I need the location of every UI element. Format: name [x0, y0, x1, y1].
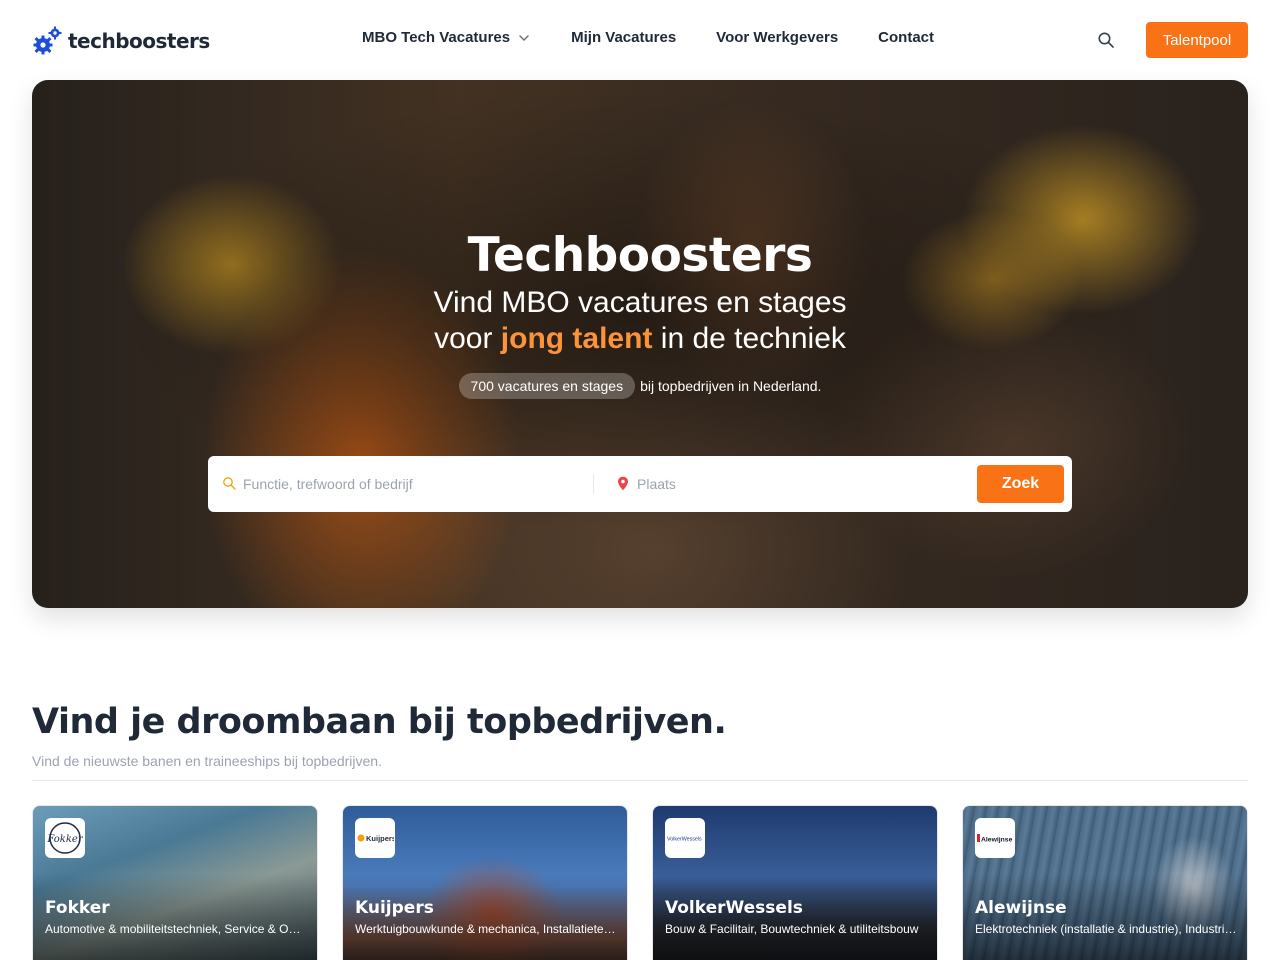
alewijnse-logo-icon: Alewijnse [977, 834, 1013, 844]
company-card-kuijpers[interactable]: Kuijpers Kuijpers Werktuigbouwkunde & me… [342, 805, 628, 960]
company-name: Fokker [45, 898, 110, 918]
brand-name: techboosters [68, 29, 210, 53]
company-name: VolkerWessels [665, 898, 803, 918]
subtitle-pre: voor [434, 322, 501, 355]
company-tags: Elektrotechniek (installatie & industrie… [975, 922, 1237, 936]
hero-title: Techboosters [467, 228, 813, 283]
section-title: Vind je droombaan bij topbedrijven. [32, 702, 727, 742]
vacancy-count-badge: 700 vacatures en stages [458, 373, 636, 399]
company-tags: Bouw & Facilitair, Bouwtechniek & utilit… [665, 922, 919, 936]
company-name: Kuijpers [355, 898, 434, 918]
company-logo: Alewijnse [975, 818, 1015, 858]
company-name: Alewijnse [975, 898, 1067, 918]
nav-mijn-vacatures[interactable]: Mijn Vacatures [571, 29, 676, 46]
nav-voor-werkgevers[interactable]: Voor Werkgevers [716, 29, 838, 46]
company-card-fokker[interactable]: Fokker Fokker Automotive & mobiliteitste… [32, 805, 318, 960]
nav-label: Voor Werkgevers [716, 29, 839, 46]
talentpool-button[interactable]: Talentpool [1146, 22, 1248, 58]
gears-logo-icon [33, 26, 62, 55]
location-input[interactable] [637, 470, 957, 498]
company-tags: Automotive & mobiliteitstechniek, Servic… [45, 922, 307, 936]
logo[interactable]: techboosters [32, 24, 210, 58]
stats-text: bij topbedrijven in Nederland. [640, 378, 822, 394]
hero-subtitle-line2: voor jong talent in de techniek [32, 321, 1248, 357]
location-pin-icon [618, 476, 628, 491]
section-subtitle: Vind de nieuwste banen en traineeships b… [32, 753, 382, 769]
nav-label: Mijn Vacatures [571, 29, 677, 46]
hero-stats: 700 vacatures en stages bij topbedrijven… [32, 373, 1248, 399]
nav-label: MBO Tech Vacatures [362, 29, 511, 46]
search-icon[interactable] [1097, 31, 1115, 49]
job-search-form: Zoek [208, 456, 1072, 512]
alewijnse-logo-text: Alewijnse [981, 837, 1013, 844]
company-logo: VolkerWessels [665, 818, 705, 858]
search-icon [223, 477, 236, 490]
fokker-logo-icon: Fokker [47, 822, 83, 854]
hero-subtitle: Vind MBO vacatures en stages voor jong t… [32, 285, 1248, 357]
zoek-button[interactable]: Zoek [977, 465, 1064, 503]
company-card-alewijnse[interactable]: Alewijnse Alewijnse Elektrotechniek (ins… [962, 805, 1248, 960]
volkerwessels-logo-icon: VolkerWessels [667, 837, 702, 843]
nav-label: Contact [878, 29, 935, 46]
section-divider [32, 780, 1248, 781]
company-card-volkerwessels[interactable]: VolkerWessels VolkerWessels Bouw & Facil… [652, 805, 938, 960]
hero-subtitle-line1: Vind MBO vacatures en stages [433, 286, 847, 319]
volkerwessels-logo-text: VolkerWessels [667, 837, 702, 843]
fokker-logo-text: Fokker [47, 834, 83, 845]
subtitle-accent: jong talent [500, 322, 653, 355]
kuijpers-logo-icon: Kuijpers [357, 834, 394, 843]
site-header: techboosters MBO Tech Vacatures Mijn Vac… [0, 0, 1280, 80]
company-logo: Kuijpers [355, 818, 395, 858]
nav-mbo-tech-vacatures[interactable]: MBO Tech Vacatures [362, 29, 531, 46]
hero-banner: Techboosters Vind MBO vacatures en stage… [32, 80, 1248, 608]
keyword-input[interactable] [243, 470, 583, 498]
company-tags: Werktuigbouwkunde & mechanica, Installat… [355, 922, 617, 936]
main-nav: MBO Tech Vacatures Mijn Vacatures Voor W… [362, 29, 934, 46]
subtitle-post: in de techniek [652, 322, 846, 355]
nav-contact[interactable]: Contact [878, 29, 934, 46]
company-logo: Fokker [45, 818, 85, 858]
kuijpers-logo-text: Kuijpers [366, 834, 394, 843]
search-divider [593, 474, 594, 494]
chevron-down-icon [519, 34, 529, 41]
